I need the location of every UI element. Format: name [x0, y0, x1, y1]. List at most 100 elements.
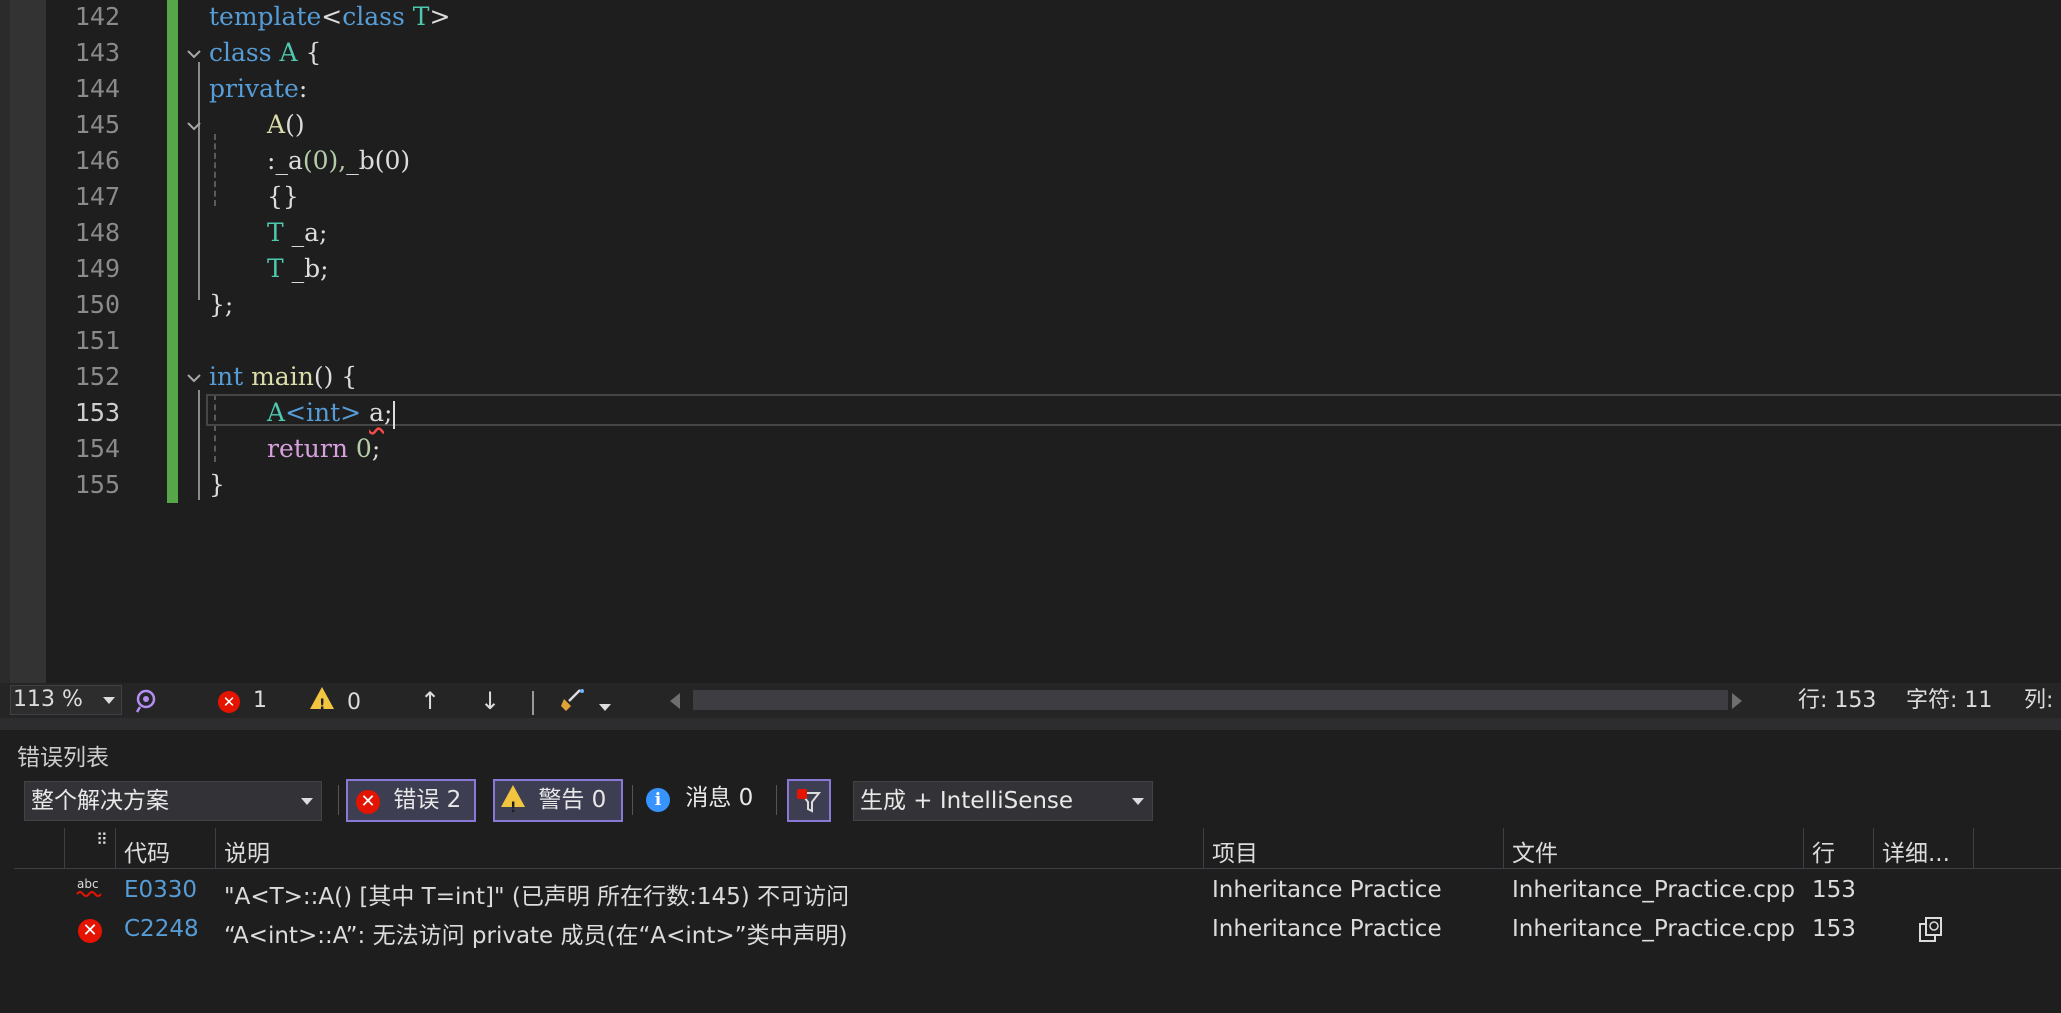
line-number: 155 — [74, 470, 120, 499]
errors-filter-button[interactable]: ✕ 错误 2 — [346, 779, 476, 822]
code-text: T _a; — [267, 218, 328, 247]
line-number: 143 — [74, 38, 120, 67]
code-text: int main() { — [209, 362, 358, 391]
error-list-title[interactable]: 错误列表 — [17, 738, 109, 772]
column-separator — [215, 828, 216, 868]
error-icon: ✕ — [356, 790, 380, 814]
error-description: "A<T>::A() [其中 T=int]" (已声明 所在行数:145) 不可… — [224, 884, 850, 910]
error-icon: ✕ — [78, 916, 102, 943]
code-line[interactable]: 154 return 0; — [0, 432, 2061, 468]
column-header-details[interactable]: 详细... — [1882, 834, 1950, 868]
code-text: A<int> a; — [267, 398, 396, 429]
code-line[interactable]: 145 A() — [0, 108, 2061, 144]
line-number: 147 — [74, 182, 120, 211]
error-row[interactable]: abc E0330 "A<T>::A() [其中 T=int]" (已声明 所在… — [14, 872, 2061, 910]
error-row[interactable]: ✕ C2248 “A<int>::A”: 无法访问 private 成员(在“A… — [14, 911, 2061, 949]
error-project: Inheritance Practice — [1212, 877, 1442, 903]
line-number: 150 — [74, 290, 120, 319]
fold-chevron-icon[interactable] — [184, 44, 204, 64]
next-issue-arrow-icon[interactable]: ↓ — [480, 687, 500, 715]
build-source-dropdown[interactable]: 生成 + IntelliSense — [853, 781, 1153, 821]
column-separator — [1203, 828, 1204, 868]
toolbar-divider — [632, 785, 633, 815]
column-separator — [1803, 828, 1804, 868]
char-indicator[interactable]: 字符: 11 — [1906, 687, 1992, 715]
column-separator — [1503, 828, 1504, 868]
code-line[interactable]: 155 } — [0, 468, 2061, 504]
code-text: } — [209, 470, 225, 499]
code-line[interactable]: 143 class A { — [0, 36, 2061, 72]
warning-count-indicator[interactable]: ! 0 — [310, 687, 361, 717]
code-text: }; — [209, 290, 234, 319]
toolbar-divider — [776, 785, 777, 815]
code-text: template<class T> — [209, 2, 451, 31]
line-number: 145 — [74, 110, 120, 139]
code-line[interactable]: 152 int main() { — [0, 360, 2061, 396]
code-line[interactable]: 146 :_a(0),_b(0) — [0, 144, 2061, 180]
error-code-link[interactable]: E0330 — [124, 877, 197, 903]
line-number: 153 — [74, 398, 120, 427]
code-text: class A { — [209, 38, 322, 67]
code-text: A() — [267, 110, 305, 139]
filter-toggle-button[interactable] — [787, 779, 831, 822]
error-code-link[interactable]: C2248 — [124, 916, 199, 942]
code-line-current[interactable]: 153 A<int> a; — [0, 396, 2061, 432]
column-separator — [64, 828, 65, 868]
chevron-down-icon — [599, 703, 611, 711]
column-separator — [1973, 828, 1974, 868]
column-indicator[interactable]: 列: — [2024, 687, 2053, 715]
chevron-down-icon — [103, 697, 115, 704]
code-line[interactable]: 144 private: — [0, 72, 2061, 108]
scroll-left-arrow-icon[interactable] — [670, 693, 680, 709]
copilot-icon[interactable] — [134, 687, 160, 721]
code-cleanup-icon[interactable] — [560, 687, 611, 721]
line-number: 154 — [74, 434, 120, 463]
code-line[interactable]: 150 }; — [0, 288, 2061, 324]
horizontal-scrollbar[interactable] — [693, 690, 1728, 710]
warning-icon: ! — [310, 687, 334, 713]
previous-issue-arrow-icon[interactable]: ↑ — [420, 687, 440, 715]
messages-filter-button[interactable]: i 消息 0 — [646, 779, 764, 822]
fold-chevron-icon[interactable] — [184, 116, 204, 136]
error-project: Inheritance Practice — [1212, 916, 1442, 942]
error-count-indicator[interactable]: ✕ 1 — [218, 687, 267, 715]
code-editor[interactable]: 142 template<class T> 143 class A { 144 … — [0, 0, 2061, 683]
code-line[interactable]: 147 {} — [0, 180, 2061, 216]
line-number: 144 — [74, 74, 120, 103]
column-header-file[interactable]: 文件 — [1512, 834, 1558, 868]
chevron-down-icon — [301, 798, 313, 805]
code-text: :_a(0),_b(0) — [267, 146, 411, 175]
code-line[interactable]: 142 template<class T> — [0, 0, 2061, 36]
code-text: T _b; — [267, 254, 329, 283]
toolbar-divider — [338, 785, 339, 815]
error-file: Inheritance_Practice.cpp — [1512, 877, 1795, 903]
zoom-dropdown[interactable]: 113 % — [10, 685, 122, 715]
filter-icon — [797, 789, 822, 813]
code-line[interactable]: 149 T _b; — [0, 252, 2061, 288]
code-line[interactable]: 151 — [0, 324, 2061, 360]
warnings-filter-button[interactable]: ! 警告 0 — [493, 779, 623, 822]
fold-chevron-icon[interactable] — [184, 368, 204, 388]
panel-splitter[interactable] — [0, 718, 2061, 730]
scroll-right-arrow-icon[interactable] — [1732, 693, 1742, 709]
line-number: 152 — [74, 362, 120, 391]
column-header-line[interactable]: 行 — [1812, 834, 1835, 868]
sort-order-icon[interactable]: ⠿ — [96, 830, 109, 849]
scope-dropdown[interactable]: 整个解决方案 — [24, 781, 322, 821]
line-indicator[interactable]: 行: 153 — [1798, 687, 1876, 715]
warning-icon: ! — [501, 785, 525, 816]
code-line[interactable]: 148 T _a; — [0, 216, 2061, 252]
line-number: 146 — [74, 146, 120, 175]
column-header-project[interactable]: 项目 — [1212, 834, 1258, 868]
status-divider — [532, 691, 534, 715]
warning-count: 0 — [347, 690, 361, 715]
error-grid-header: ⠿ 代码 说明 项目 文件 行 详细... — [14, 828, 2061, 869]
chevron-down-icon — [1132, 798, 1144, 805]
text-caret — [393, 400, 396, 429]
column-header-description[interactable]: 说明 — [224, 834, 270, 868]
copy-details-icon[interactable] — [1916, 915, 1946, 951]
errors-filter-label: 错误 2 — [393, 787, 462, 813]
build-source-value: 生成 + IntelliSense — [860, 788, 1074, 814]
column-header-code[interactable]: 代码 — [124, 834, 170, 868]
error-line: 153 — [1812, 877, 1856, 903]
